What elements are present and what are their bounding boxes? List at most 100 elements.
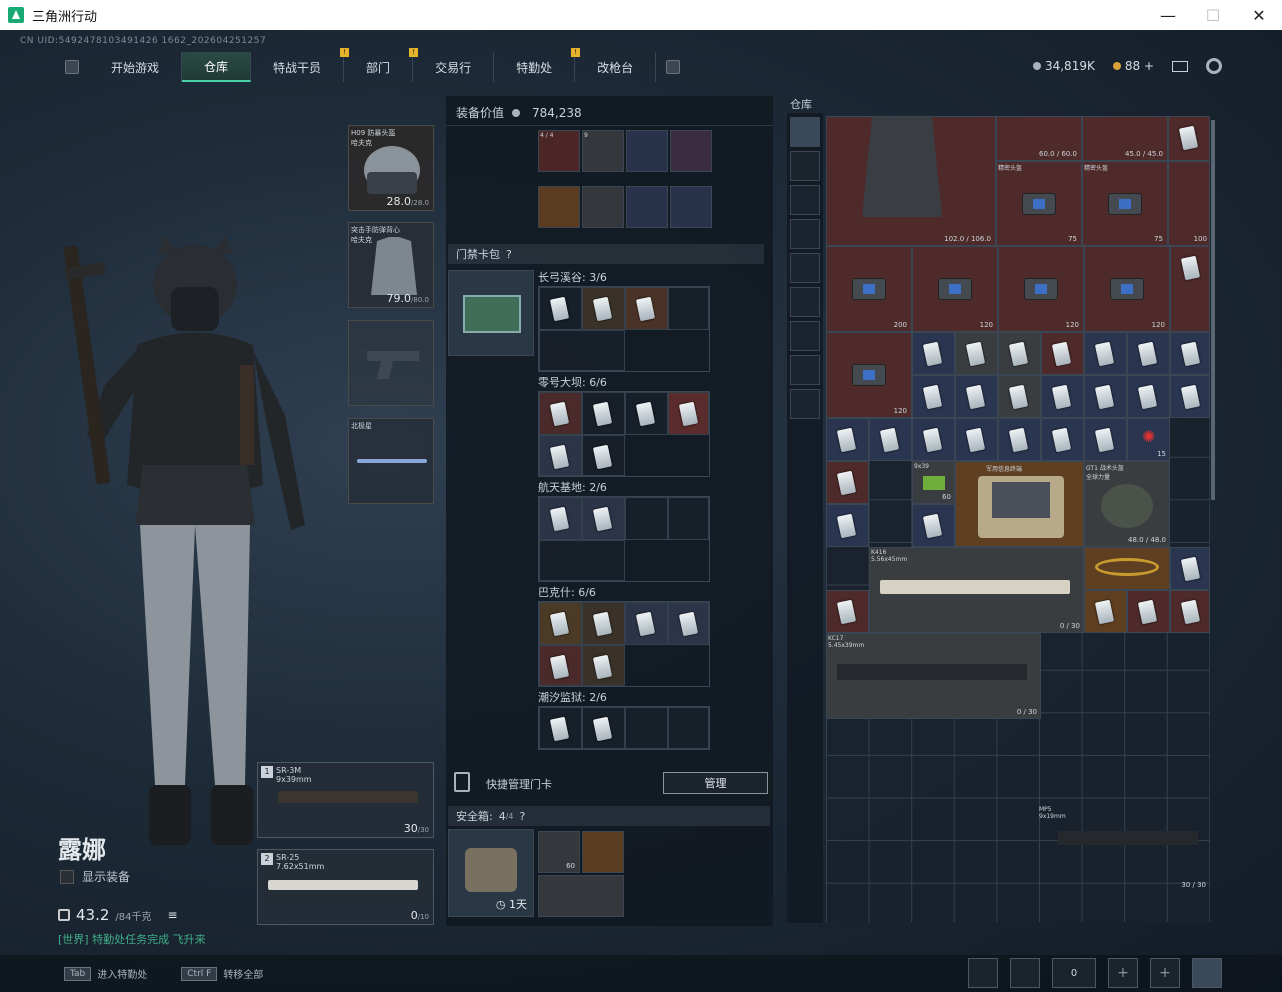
tab-start-game[interactable]: 开始游戏 [89,52,183,82]
storage-item-card[interactable] [955,375,998,418]
storage-item-card[interactable] [912,332,955,375]
tab-gunsmith[interactable]: 改枪台 [575,52,657,82]
pistol-slot[interactable] [348,320,434,406]
manage-button[interactable]: 管理 [663,772,768,794]
storage-weapon-mp5[interactable]: MP5 9x19mm 30 / 30 [1038,805,1210,891]
storage-scrollbar[interactable] [1211,120,1215,500]
storage-item-bag[interactable]: 120 [826,332,912,418]
storage-item-card[interactable] [912,418,955,461]
storage-item-card[interactable] [1084,375,1127,418]
storage-item-card[interactable] [869,418,912,461]
storage-item-ammo[interactable]: 9x39 60 [912,461,955,504]
melee-slot[interactable]: 北极星 [348,418,434,504]
helmet-slot[interactable]: H09 防暴头盔 哈夫克 28.0/28.0 [348,125,434,211]
keycard-item[interactable] [582,602,625,645]
storage-item-card[interactable] [998,375,1041,418]
storage-item-card[interactable] [1084,332,1127,375]
storage-item-card[interactable] [1084,590,1127,633]
storage-item-card[interactable] [1041,332,1084,375]
empty-slot[interactable] [668,497,709,540]
empty-slot[interactable] [625,707,668,749]
inventory-item[interactable]: 4 / 4 [538,130,580,172]
primary-weapon-slot[interactable]: 1 SR-3M 9x39mm 30/30 [257,762,434,838]
keycard-item[interactable] [582,435,625,476]
tab-operators[interactable]: 特战干员! [251,48,350,82]
empty-slot[interactable] [668,707,709,749]
storage-page-1[interactable] [790,117,820,147]
add-teammate-button[interactable]: + [1108,958,1138,988]
keycard-item[interactable] [582,287,625,330]
storage-weapon-kc17[interactable]: KC17 5.45x39mm 0 / 30 [826,633,1041,719]
mail-icon[interactable] [1172,60,1188,72]
secondary-weapon-slot[interactable]: 2 SR-25 7.62x51mm 0/10 [257,849,434,925]
storage-item-bag[interactable]: 精密头盔 75 [996,161,1082,246]
storage-item-vest[interactable]: 102.0 / 106.0 [826,116,996,246]
storage-item-card[interactable] [912,375,955,418]
storage-page-7[interactable] [790,321,820,351]
storage-item-card[interactable] [998,332,1041,375]
storage-item-card[interactable] [1041,418,1084,461]
inventory-item[interactable]: 9 [582,130,624,172]
storage-item-card[interactable] [1127,590,1170,633]
keycard-item[interactable] [668,392,709,435]
storage-page-3[interactable] [790,185,820,215]
tab-warehouse[interactable]: 仓库 [182,52,252,82]
tab-trading[interactable]: 交易行 [413,52,495,82]
storage-item-helmet[interactable]: 45.0 / 45.0 [1082,116,1168,161]
storage-item-bag[interactable]: 120 [1084,246,1170,332]
keycard-item[interactable] [539,497,582,540]
list-icon[interactable]: ≡ [168,908,178,922]
keycard-item[interactable] [582,707,625,749]
storage-item-card[interactable] [1084,418,1127,461]
keycard-item[interactable] [539,435,582,476]
storage-item-card[interactable] [1170,375,1210,418]
storage-item-bag[interactable]: 精密头盔 75 [1082,161,1168,246]
tab-department[interactable]: 部门! [344,48,419,82]
armor-slot[interactable]: 突击手防弹背心 哈夫克 79.0/80.0 [348,222,434,308]
safe-box[interactable]: ◷ 1天 [448,829,534,917]
storage-item-card[interactable] [1170,332,1210,375]
storage-item-card[interactable] [912,504,955,547]
maximize-button[interactable]: ☐ [1190,0,1236,30]
add-teammate-button[interactable]: + [1150,958,1180,988]
settings-gear-icon[interactable] [1206,58,1222,74]
storage-item-bag[interactable]: 200 [826,246,912,332]
keycard-case[interactable] [448,270,534,356]
lock-icon[interactable] [790,355,820,385]
storage-item-card[interactable] [998,418,1041,461]
storage-weapon-k416[interactable]: K416 5.56x45mm 0 / 30 [869,547,1084,633]
minimize-button[interactable]: — [1145,0,1191,30]
storage-item-bag[interactable]: 120 [998,246,1084,332]
inventory-item[interactable] [626,186,668,228]
storage-item-flower[interactable]: ✺ 15 [1127,418,1170,461]
keycard-item[interactable] [539,287,582,330]
inventory-item[interactable] [626,130,668,172]
storage-item-card[interactable] [1170,590,1210,633]
gold-currency[interactable]: 88 + [1112,59,1154,73]
inventory-item[interactable] [670,130,712,172]
storage-item-card[interactable] [1170,246,1210,332]
keycard-item[interactable] [539,707,582,749]
storage-item-terminal[interactable]: 军用信息终端 [955,461,1084,547]
inventory-item[interactable] [538,875,624,917]
inventory-item[interactable] [670,186,712,228]
keycard-item[interactable] [625,392,668,435]
storage-item-card[interactable] [826,504,869,547]
storage-item-card[interactable] [1170,547,1210,590]
storage-item-card[interactable] [1127,375,1170,418]
keycard-item[interactable] [582,497,625,540]
storage-item-card[interactable] [1127,332,1170,375]
storage-page-5[interactable] [790,253,820,283]
empty-slot[interactable] [625,497,668,540]
keycard-item[interactable] [625,287,668,330]
empty-slot[interactable] [539,330,625,371]
friends-icon[interactable]: 0 [1052,958,1096,988]
storage-page-6[interactable] [790,287,820,317]
storage-item-card[interactable] [955,418,998,461]
storage-page-2[interactable] [790,151,820,181]
storage-item-card[interactable] [826,418,869,461]
keycard-item[interactable] [539,392,582,435]
flag-icon[interactable] [1010,958,1040,988]
inventory-item[interactable] [538,186,580,228]
keycard-item[interactable] [539,645,582,686]
